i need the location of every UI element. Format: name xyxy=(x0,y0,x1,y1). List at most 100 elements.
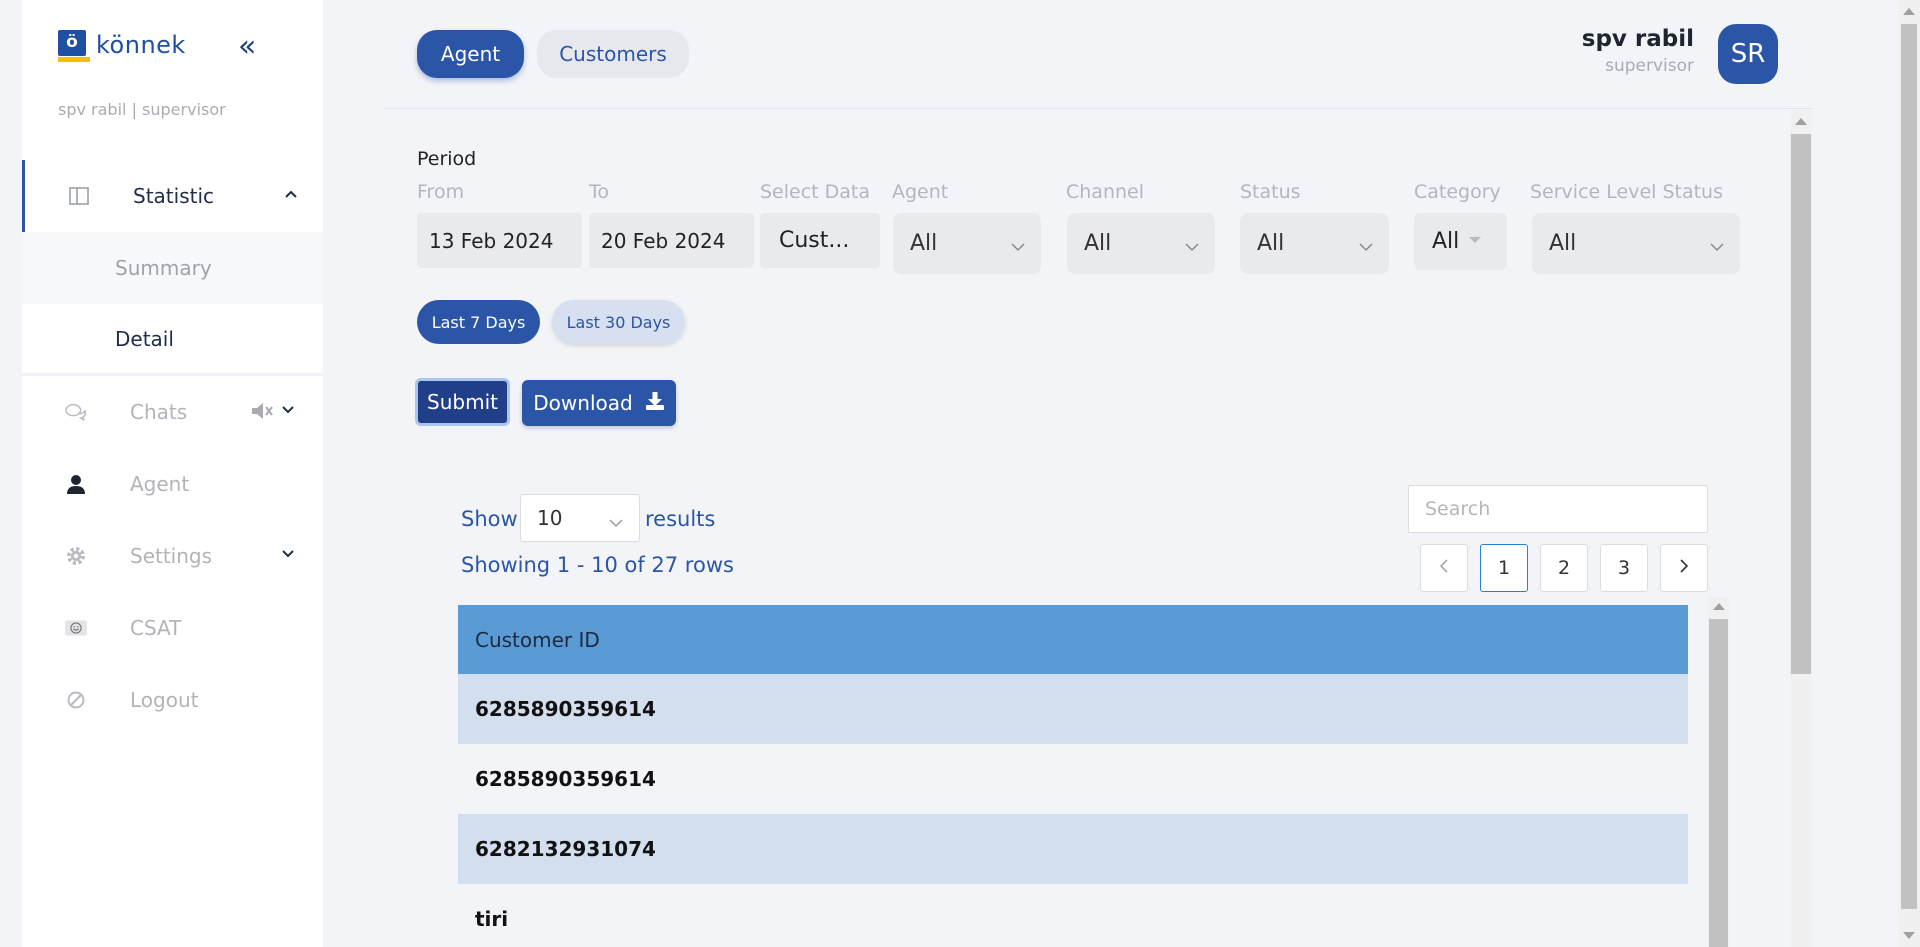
sidebar-item-logout[interactable]: Logout xyxy=(22,664,323,736)
select-data-dropdown[interactable]: Cust... xyxy=(760,213,880,268)
scroll-up-arrow-icon[interactable] xyxy=(1713,603,1725,610)
status-filter-select[interactable]: All xyxy=(1240,213,1389,274)
search-input[interactable] xyxy=(1408,485,1708,533)
sidebar-item-label: Logout xyxy=(130,688,199,712)
brand-logo: ö könnek xyxy=(58,30,186,62)
brand-name: könnek xyxy=(96,31,186,59)
chevron-down-icon xyxy=(280,402,300,422)
category-filter-select[interactable]: All xyxy=(1414,213,1507,270)
sidebar-item-statistic[interactable]: Statistic xyxy=(22,160,323,232)
customer-table: Customer ID 6285890359614 6285890359614 … xyxy=(458,605,1688,947)
header-divider xyxy=(383,108,1813,109)
sidebar-subitem-label: Summary xyxy=(115,256,212,280)
scroll-down-arrow-icon[interactable] xyxy=(1903,932,1915,939)
header-user-role: supervisor xyxy=(1605,56,1694,76)
table-row: 6285890359614 xyxy=(458,744,1688,814)
page-size-value: 10 xyxy=(537,506,563,530)
chevron-down-icon xyxy=(1710,235,1724,252)
service-level-value: All xyxy=(1549,231,1577,256)
user-icon xyxy=(65,473,87,495)
table-header-customer-id[interactable]: Customer ID xyxy=(458,605,1688,674)
sidebar-item-chats[interactable]: Chats xyxy=(22,376,323,448)
gear-icon xyxy=(65,545,87,567)
table-row: 6285890359614 xyxy=(458,674,1688,744)
status-filter-value: All xyxy=(1257,231,1285,256)
pagination-next-button[interactable] xyxy=(1660,544,1708,592)
service-level-label: Service Level Status xyxy=(1530,181,1723,203)
caret-down-icon xyxy=(1469,226,1482,251)
category-filter-label: Category xyxy=(1414,181,1501,203)
agent-filter-value: All xyxy=(910,231,938,256)
sidebar-subitem-summary[interactable]: Summary xyxy=(22,232,323,304)
show-label: Show xyxy=(461,507,518,531)
sidebar-subitem-detail[interactable]: Detail xyxy=(22,304,323,376)
channel-filter-label: Channel xyxy=(1066,181,1145,203)
table-scrollbar[interactable] xyxy=(1708,597,1729,947)
results-label: results xyxy=(645,507,716,531)
sidebar-item-agent[interactable]: Agent xyxy=(22,448,323,520)
sidebar-nav: Statistic Summary Detail Chats Agent Set… xyxy=(22,160,323,736)
page-scrollbar-thumb[interactable] xyxy=(1901,24,1917,909)
sidebar: ö könnek « spv rabil | supervisor Statis… xyxy=(0,0,323,947)
content-scrollbar[interactable] xyxy=(1790,110,1812,947)
sidebar-item-label: Chats xyxy=(130,400,188,424)
page-size-select[interactable]: 10 xyxy=(520,494,640,542)
category-filter-value: All xyxy=(1432,229,1460,254)
chevron-left-icon xyxy=(1438,557,1450,579)
pagination-page-2[interactable]: 2 xyxy=(1540,544,1588,592)
to-label: To xyxy=(589,181,610,203)
scroll-up-arrow-icon[interactable] xyxy=(1903,8,1915,15)
sidebar-item-label: Agent xyxy=(130,472,190,496)
last-7-days-button[interactable]: Last 7 Days xyxy=(417,300,540,344)
chevron-right-icon xyxy=(1678,557,1690,579)
content-scrollbar-thumb[interactable] xyxy=(1791,134,1811,674)
sidebar-item-label: Statistic xyxy=(133,184,215,208)
sidebar-item-label: Settings xyxy=(130,544,213,568)
sound-muted-icon[interactable] xyxy=(250,400,274,426)
agent-filter-label: Agent xyxy=(892,181,949,203)
smiley-icon xyxy=(65,617,87,639)
showing-rows-text: Showing 1 - 10 of 27 rows xyxy=(461,553,734,577)
status-filter-label: Status xyxy=(1240,181,1301,203)
page-scrollbar[interactable] xyxy=(1898,0,1920,947)
tab-customers[interactable]: Customers xyxy=(537,30,689,78)
columns-icon xyxy=(68,185,90,207)
collapse-sidebar-icon[interactable]: « xyxy=(238,32,256,62)
header-user-info: spv rabil supervisor xyxy=(1582,26,1694,76)
tab-agent[interactable]: Agent xyxy=(417,30,524,78)
chat-bubbles-icon xyxy=(65,401,87,423)
sidebar-item-settings[interactable]: Settings xyxy=(22,520,323,592)
last-30-days-button[interactable]: Last 30 Days xyxy=(552,300,685,344)
from-label: From xyxy=(417,181,465,203)
sidebar-subitem-label: Detail xyxy=(115,326,174,351)
chevron-down-icon xyxy=(280,546,300,566)
pagination-page-3[interactable]: 3 xyxy=(1600,544,1648,592)
download-button[interactable]: Download xyxy=(522,380,676,426)
select-data-label: Select Data xyxy=(760,181,871,203)
chevron-down-icon xyxy=(1359,235,1373,252)
chevron-down-icon xyxy=(1011,235,1025,252)
agent-filter-select[interactable]: All xyxy=(893,213,1041,274)
sidebar-item-csat[interactable]: CSAT xyxy=(22,592,323,664)
submit-button[interactable]: Submit xyxy=(415,378,510,426)
channel-filter-select[interactable]: All xyxy=(1067,213,1215,274)
from-date-field[interactable]: 13 Feb 2024 xyxy=(417,213,582,268)
pagination-prev-button[interactable] xyxy=(1420,544,1468,592)
download-icon xyxy=(645,391,665,416)
table-scrollbar-thumb[interactable] xyxy=(1709,619,1728,947)
service-level-select[interactable]: All xyxy=(1532,213,1740,274)
avatar[interactable]: SR xyxy=(1718,24,1778,84)
pagination-page-1[interactable]: 1 xyxy=(1480,544,1528,592)
to-date-field[interactable]: 20 Feb 2024 xyxy=(589,213,754,268)
logo-icon: ö xyxy=(58,30,90,62)
ban-icon xyxy=(65,689,87,711)
table-row: 6282132931074 xyxy=(458,814,1688,884)
header-user-name: spv rabil xyxy=(1581,26,1694,52)
table-row: tiri xyxy=(458,884,1688,947)
chevron-down-icon xyxy=(609,511,623,528)
scroll-up-arrow-icon[interactable] xyxy=(1795,118,1807,125)
download-button-label: Download xyxy=(533,391,633,415)
sidebar-item-label: CSAT xyxy=(130,616,182,640)
sidebar-gutter xyxy=(0,0,22,947)
chevron-up-icon xyxy=(283,186,303,206)
